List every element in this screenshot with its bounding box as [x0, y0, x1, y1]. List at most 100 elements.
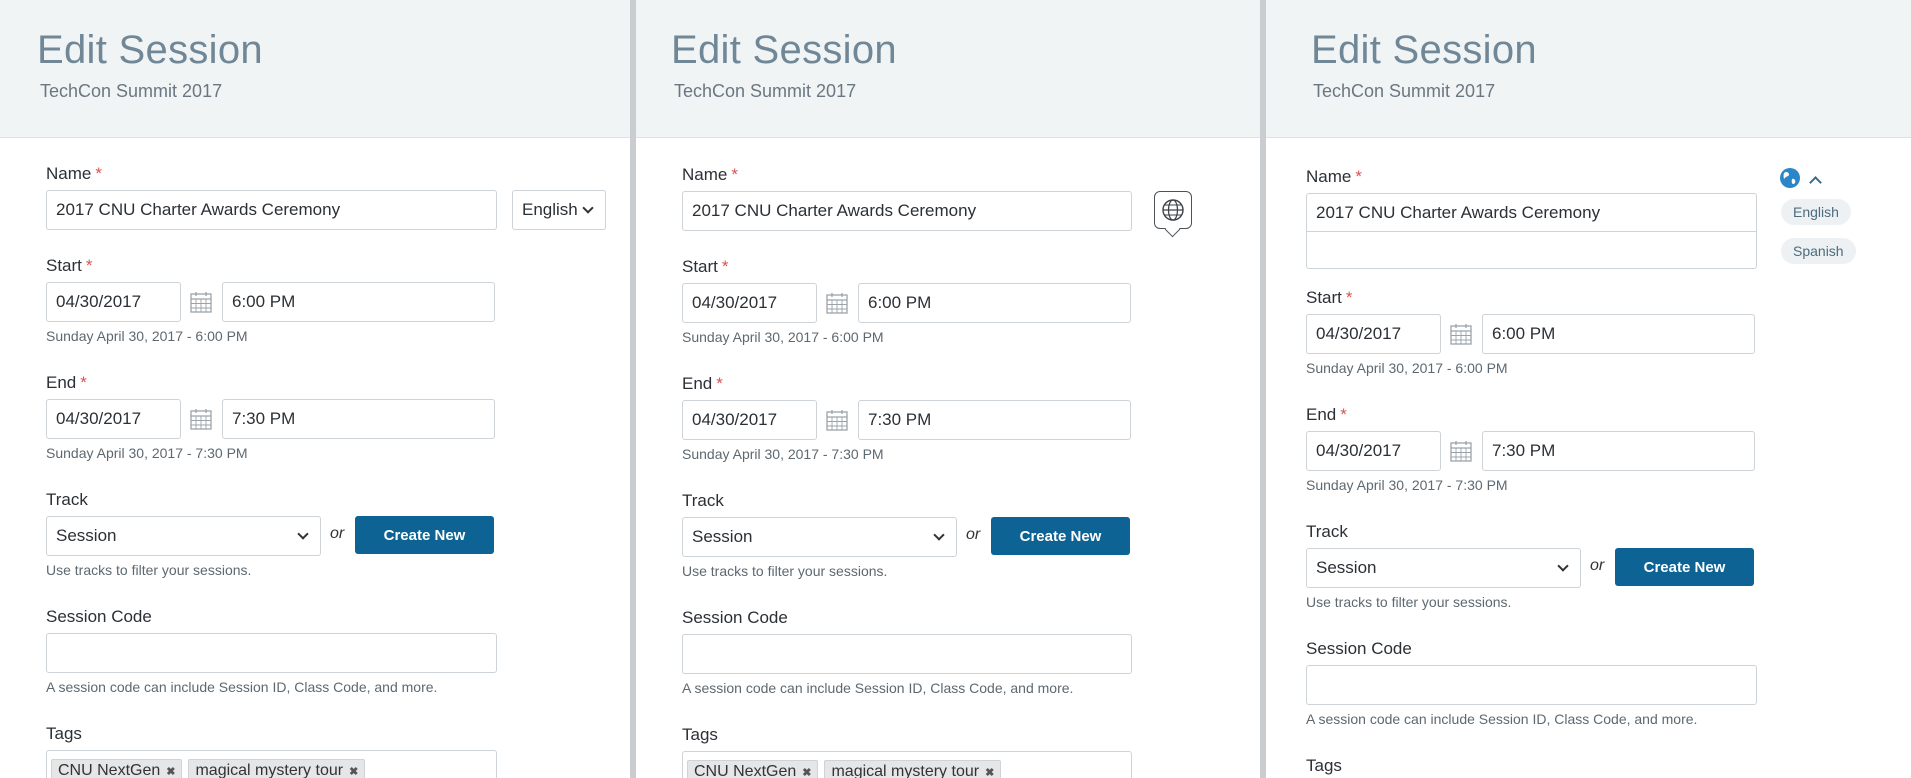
tag-remove-icon[interactable]: ✖ — [985, 766, 994, 778]
start-summary: Sunday April 30, 2017 - 6:00 PM — [46, 328, 248, 344]
chevron-down-icon — [1557, 559, 1569, 572]
event-subtitle: TechCon Summit 2017 — [674, 81, 857, 101]
start-time-input[interactable] — [1482, 314, 1755, 354]
end-summary: Sunday April 30, 2017 - 7:30 PM — [682, 446, 884, 462]
name-label: Name * — [46, 164, 102, 183]
track-select[interactable]: Session — [1306, 548, 1581, 588]
tags-label: Tags — [46, 724, 82, 743]
language-select-value: English — [522, 200, 578, 219]
tag-remove-icon[interactable]: ✖ — [802, 766, 811, 778]
tags-input[interactable]: CNU NextGen ✖ magical mystery tour ✖ — [682, 751, 1132, 778]
session-code-input[interactable] — [1306, 665, 1757, 705]
end-date-input[interactable] — [46, 399, 181, 439]
tags-input[interactable]: CNU NextGen ✖ magical mystery tour ✖ — [46, 750, 497, 778]
calendar-icon[interactable] — [1449, 439, 1473, 463]
page-title: Edit Session — [37, 28, 263, 72]
page-header: Edit Session TechCon Summit 2017 — [1266, 0, 1911, 138]
calendar-icon[interactable] — [189, 407, 213, 431]
end-time-input[interactable] — [1482, 431, 1755, 471]
track-helper: Use tracks to filter your sessions. — [1306, 594, 1512, 610]
track-select-value: Session — [56, 526, 117, 545]
globe-icon[interactable] — [1779, 167, 1801, 189]
end-time-input[interactable] — [858, 400, 1131, 440]
language-toggle-button[interactable] — [1154, 191, 1192, 229]
name-label: Name * — [682, 165, 738, 184]
tag-chip: CNU NextGen ✖ — [51, 759, 183, 778]
track-select[interactable]: Session — [682, 517, 957, 557]
tags-label: Tags — [682, 725, 718, 744]
name-spanish-input[interactable] — [1307, 232, 1756, 268]
page-title: Edit Session — [1311, 28, 1537, 72]
end-date-input[interactable] — [1306, 431, 1441, 471]
track-select[interactable]: Session — [46, 516, 321, 556]
end-label: End * — [46, 373, 87, 392]
track-select-value: Session — [692, 527, 753, 546]
session-code-helper: A session code can include Session ID, C… — [46, 679, 438, 695]
track-label: Track — [46, 490, 88, 509]
track-label: Track — [682, 491, 724, 510]
name-input[interactable] — [682, 191, 1132, 231]
session-code-input[interactable] — [682, 634, 1132, 674]
end-label: End * — [1306, 405, 1347, 424]
session-code-input[interactable] — [46, 633, 497, 673]
start-time-input[interactable] — [222, 282, 495, 322]
track-label: Track — [1306, 522, 1348, 541]
create-new-track-button[interactable]: Create New — [991, 517, 1130, 555]
or-text: or — [966, 526, 981, 543]
panel-language-expanded: Edit Session TechCon Summit 2017 Name * 2… — [1266, 0, 1911, 778]
start-time-input[interactable] — [858, 283, 1131, 323]
name-english-value[interactable]: 2017 CNU Charter Awards Ceremony — [1307, 194, 1756, 232]
event-subtitle: TechCon Summit 2017 — [1313, 81, 1496, 101]
start-label: Start * — [1306, 288, 1353, 307]
name-label: Name * — [1306, 167, 1362, 186]
page-header: Edit Session TechCon Summit 2017 — [636, 0, 1260, 138]
end-summary: Sunday April 30, 2017 - 7:30 PM — [46, 445, 248, 461]
page-header: Edit Session TechCon Summit 2017 — [0, 0, 630, 138]
tag-remove-icon[interactable]: ✖ — [349, 765, 358, 778]
start-label: Start * — [682, 257, 729, 276]
create-new-track-button[interactable]: Create New — [355, 516, 494, 554]
end-summary: Sunday April 30, 2017 - 7:30 PM — [1306, 477, 1508, 493]
or-text: or — [1590, 557, 1605, 574]
chevron-up-icon[interactable] — [1809, 176, 1822, 189]
or-text: or — [330, 525, 345, 542]
calendar-icon[interactable] — [825, 408, 849, 432]
tag-chip: magical mystery tour ✖ — [188, 759, 366, 778]
session-code-label: Session Code — [46, 607, 152, 626]
page-title: Edit Session — [671, 28, 897, 72]
chevron-down-icon — [297, 527, 309, 540]
track-helper: Use tracks to filter your sessions. — [682, 563, 888, 579]
event-subtitle: TechCon Summit 2017 — [40, 81, 223, 101]
language-select[interactable]: English — [512, 190, 606, 230]
track-helper: Use tracks to filter your sessions. — [46, 562, 252, 578]
language-option-spanish[interactable]: Spanish — [1781, 238, 1856, 264]
tag-remove-icon[interactable]: ✖ — [166, 765, 175, 778]
session-code-helper: A session code can include Session ID, C… — [1306, 711, 1698, 727]
track-select-value: Session — [1316, 558, 1377, 577]
tag-chip: magical mystery tour ✖ — [824, 760, 1002, 778]
end-date-input[interactable] — [682, 400, 817, 440]
end-time-input[interactable] — [222, 399, 495, 439]
chevron-down-icon — [582, 201, 594, 214]
language-option-english[interactable]: English — [1781, 199, 1851, 225]
start-label: Start * — [46, 256, 93, 275]
calendar-icon[interactable] — [189, 290, 213, 314]
start-summary: Sunday April 30, 2017 - 6:00 PM — [1306, 360, 1508, 376]
start-summary: Sunday April 30, 2017 - 6:00 PM — [682, 329, 884, 345]
session-code-helper: A session code can include Session ID, C… — [682, 680, 1074, 696]
start-date-input[interactable] — [46, 282, 181, 322]
start-date-input[interactable] — [1306, 314, 1441, 354]
calendar-icon[interactable] — [825, 291, 849, 315]
tags-label: Tags — [1306, 756, 1342, 775]
name-input[interactable] — [46, 190, 497, 230]
panel-language-dropdown: Edit Session TechCon Summit 2017 Name* E… — [0, 0, 630, 778]
end-label: End * — [682, 374, 723, 393]
create-new-track-button[interactable]: Create New — [1615, 548, 1754, 586]
name-translations-input[interactable]: 2017 CNU Charter Awards Ceremony — [1306, 193, 1757, 269]
session-code-label: Session Code — [1306, 639, 1412, 658]
calendar-icon[interactable] — [1449, 322, 1473, 346]
session-code-label: Session Code — [682, 608, 788, 627]
tag-chip: CNU NextGen ✖ — [687, 760, 819, 778]
start-date-input[interactable] — [682, 283, 817, 323]
chevron-down-icon — [933, 528, 945, 541]
